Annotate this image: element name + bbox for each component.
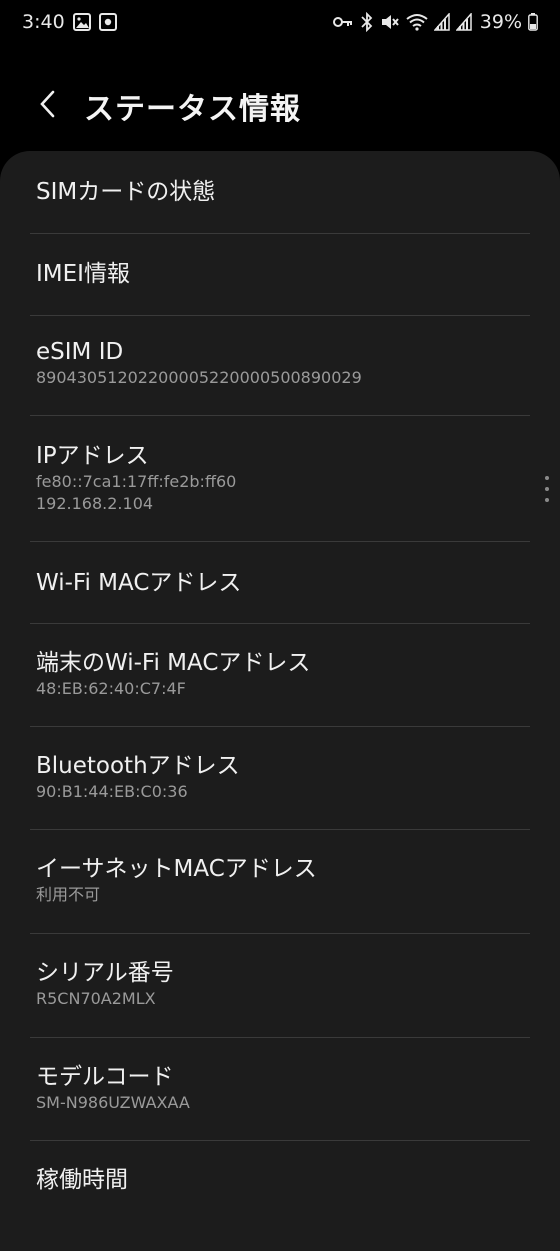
status-bar-right: 39% bbox=[332, 11, 538, 33]
signal-icon-2 bbox=[455, 13, 472, 31]
divider bbox=[30, 829, 530, 830]
wifi-icon bbox=[406, 13, 428, 31]
signal-icon bbox=[433, 13, 450, 31]
divider bbox=[30, 623, 530, 624]
item-title: eSIM ID bbox=[36, 339, 124, 365]
scroll-dot bbox=[545, 487, 549, 491]
item-value-2: 192.168.2.104 bbox=[36, 494, 154, 513]
key-icon bbox=[332, 14, 354, 30]
divider bbox=[30, 233, 530, 234]
item-title: SIMカードの状態 bbox=[36, 179, 216, 205]
list-item-device-wifi-mac[interactable]: 端末のWi-Fi MACアドレス 48:EB:62:40:C7:4F bbox=[0, 648, 560, 700]
back-arrow-icon bbox=[40, 90, 55, 118]
item-title: イーサネットMACアドレス bbox=[36, 856, 317, 882]
item-value: 48:EB:62:40:C7:4F bbox=[36, 679, 186, 698]
divider bbox=[30, 315, 530, 316]
divider bbox=[30, 1140, 530, 1141]
app-header: ステータス情報 bbox=[0, 62, 560, 152]
item-title: IPアドレス bbox=[36, 443, 149, 469]
divider bbox=[30, 415, 530, 416]
status-bar: 3:40 39% bbox=[0, 0, 560, 44]
divider bbox=[30, 1037, 530, 1038]
battery-level: 39% bbox=[479, 11, 522, 33]
bluetooth-icon bbox=[360, 12, 374, 32]
item-title: 稼働時間 bbox=[36, 1167, 128, 1193]
item-value: 89043051202200005220000500890029 bbox=[36, 368, 362, 387]
list-item-uptime[interactable]: 稼働時間 bbox=[0, 1165, 560, 1195]
divider bbox=[30, 726, 530, 727]
divider bbox=[30, 541, 530, 542]
item-title: モデルコード bbox=[36, 1064, 174, 1090]
item-title: Wi-Fi MACアドレス bbox=[36, 570, 242, 596]
scroll-indicator[interactable] bbox=[544, 476, 550, 502]
mute-icon bbox=[380, 13, 400, 31]
item-value: 90:B1:44:EB:C0:36 bbox=[36, 782, 188, 801]
list-item-ip-address[interactable]: IPアドレス fe80::7ca1:17ff:fe2b:ff60 192.168… bbox=[0, 441, 560, 515]
list-item-model-code[interactable]: モデルコード SM-N986UZWAXAA bbox=[0, 1062, 560, 1114]
item-value: R5CN70A2MLX bbox=[36, 989, 156, 1008]
list-item-serial-number[interactable]: シリアル番号 R5CN70A2MLX bbox=[0, 958, 560, 1010]
item-title: シリアル番号 bbox=[36, 960, 174, 986]
clock: 3:40 bbox=[22, 11, 65, 33]
list-item-imei[interactable]: IMEI情報 bbox=[0, 259, 560, 289]
page-title: ステータス情報 bbox=[84, 92, 301, 127]
battery-icon bbox=[528, 13, 538, 31]
screen-record-icon bbox=[98, 13, 117, 31]
list-item-ethernet-mac[interactable]: イーサネットMACアドレス 利用不可 bbox=[0, 854, 560, 906]
list-item-sim-status[interactable]: SIMカードの状態 bbox=[0, 177, 560, 207]
item-value: 利用不可 bbox=[36, 885, 101, 904]
item-title: IMEI情報 bbox=[36, 261, 130, 287]
scroll-dot bbox=[545, 476, 549, 480]
gallery-icon bbox=[72, 13, 91, 31]
scroll-dot bbox=[545, 498, 549, 502]
divider bbox=[30, 933, 530, 934]
list-item-esim-id[interactable]: eSIM ID 89043051202200005220000500890029 bbox=[0, 337, 560, 389]
back-button[interactable] bbox=[28, 84, 68, 124]
status-bar-left: 3:40 bbox=[22, 11, 117, 33]
list-item-wifi-mac[interactable]: Wi-Fi MACアドレス bbox=[0, 568, 560, 598]
item-title: Bluetoothアドレス bbox=[36, 753, 240, 779]
list-item-bluetooth-address[interactable]: Bluetoothアドレス 90:B1:44:EB:C0:36 bbox=[0, 751, 560, 803]
status-info-list: SIMカードの状態 IMEI情報 eSIM ID 890430512022000… bbox=[0, 151, 560, 1251]
item-value: fe80::7ca1:17ff:fe2b:ff60 bbox=[36, 472, 237, 491]
item-value: SM-N986UZWAXAA bbox=[36, 1093, 190, 1112]
item-title: 端末のWi-Fi MACアドレス bbox=[36, 650, 311, 676]
